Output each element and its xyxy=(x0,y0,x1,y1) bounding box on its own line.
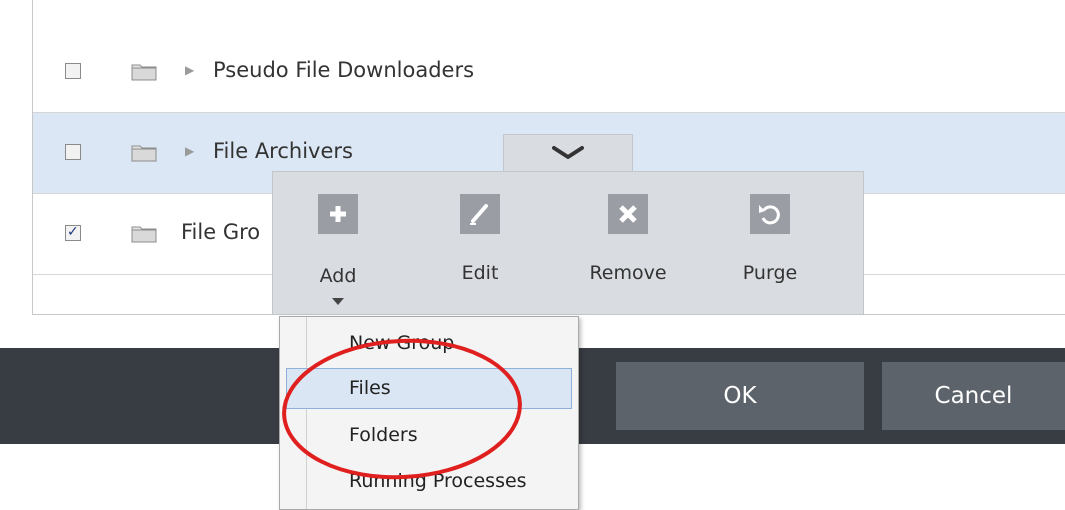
purge-button[interactable]: Purge xyxy=(720,172,820,316)
toolbar-collapse-tab[interactable] xyxy=(503,134,633,172)
menu-item-folders[interactable]: Folders xyxy=(286,415,572,456)
plus-icon xyxy=(318,194,358,234)
menu-item-new-group[interactable]: New Group xyxy=(286,323,572,364)
pencil-icon xyxy=(460,194,500,234)
chevron-down-icon xyxy=(552,146,584,159)
row-label: File Archivers xyxy=(213,139,353,163)
list-row-pseudo-file-downloaders[interactable]: ▶ Pseudo File Downloaders xyxy=(33,32,1065,113)
add-label: Add xyxy=(319,265,357,287)
folder-icon xyxy=(131,145,157,162)
cancel-button[interactable]: Cancel xyxy=(882,362,1065,430)
edit-label: Edit xyxy=(461,262,499,284)
action-toolbar: Add Edit Remove Purge xyxy=(272,171,864,315)
purge-label: Purge xyxy=(742,262,798,284)
caret-down-icon xyxy=(332,298,344,305)
row-checkbox[interactable] xyxy=(65,63,81,79)
remove-label: Remove xyxy=(589,262,667,284)
remove-button[interactable]: Remove xyxy=(578,172,678,316)
row-label: Pseudo File Downloaders xyxy=(213,58,475,82)
row-label: File Gro xyxy=(181,220,261,244)
menu-item-running-processes[interactable]: Running Processes xyxy=(286,461,572,502)
ok-button[interactable]: OK xyxy=(616,362,864,430)
edit-button[interactable]: Edit xyxy=(430,172,530,316)
folder-icon xyxy=(131,226,157,243)
row-checkbox[interactable]: ✓ xyxy=(65,224,81,241)
add-button[interactable]: Add xyxy=(288,172,388,316)
folder-icon xyxy=(131,64,157,81)
row-checkbox[interactable] xyxy=(65,144,81,160)
x-icon xyxy=(608,194,648,234)
add-dropdown-menu: New Group Files Folders Running Processe… xyxy=(279,316,579,510)
expand-arrow-icon[interactable]: ▶ xyxy=(185,144,194,158)
expand-arrow-icon[interactable]: ▶ xyxy=(185,63,194,77)
menu-item-files[interactable]: Files xyxy=(286,368,572,409)
checkmark-icon: ✓ xyxy=(67,224,79,240)
refresh-icon xyxy=(750,194,790,234)
